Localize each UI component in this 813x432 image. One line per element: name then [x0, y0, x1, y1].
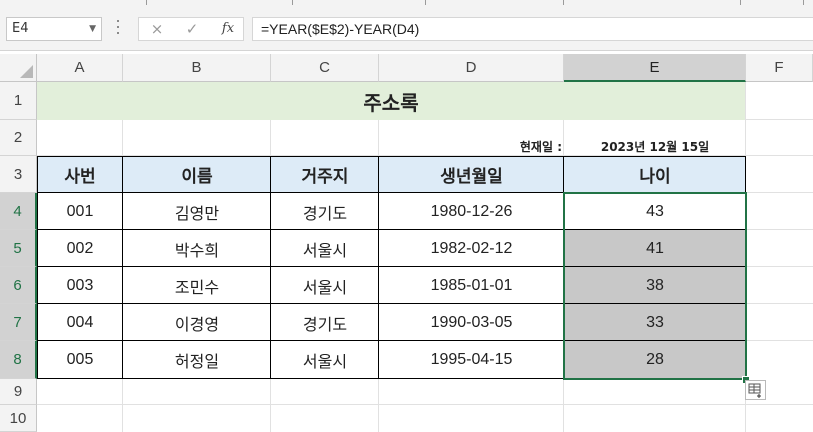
cell-c7[interactable]: 경기도: [271, 304, 379, 341]
cell-a5[interactable]: 002: [37, 230, 123, 267]
name-box-value: E4: [12, 21, 29, 36]
cell-d7[interactable]: 1990-03-05: [379, 304, 564, 341]
header-cell-employee-id[interactable]: 사번: [37, 156, 123, 193]
cell-d5[interactable]: 1982-02-12: [379, 230, 564, 267]
header-cell-residence[interactable]: 거주지: [271, 156, 379, 193]
column-header-f[interactable]: F: [746, 54, 813, 82]
ribbon-edge: [0, 0, 813, 8]
cell-c5[interactable]: 서울시: [271, 230, 379, 267]
header-cell-name[interactable]: 이름: [123, 156, 271, 193]
cell-a4[interactable]: 001: [37, 193, 123, 230]
current-date-label[interactable]: 현재일 :: [379, 120, 564, 156]
column-header-b[interactable]: B: [123, 54, 271, 82]
cell-d4[interactable]: 1980-12-26: [379, 193, 564, 230]
formula-input[interactable]: =YEAR($E$2)-YEAR(D4): [252, 17, 813, 41]
column-header-d[interactable]: D: [379, 54, 564, 82]
cell-a6[interactable]: 003: [37, 267, 123, 304]
cell-c6[interactable]: 서울시: [271, 267, 379, 304]
column-header-e[interactable]: E: [564, 54, 746, 82]
cell-a8[interactable]: 005: [37, 341, 123, 379]
column-header-a[interactable]: A: [37, 54, 123, 82]
header-cell-birthdate[interactable]: 생년월일: [379, 156, 564, 193]
cell-b4[interactable]: 김영만: [123, 193, 271, 230]
formula-bar: E4 ▼ × ✓ fx =YEAR($E$2)-YEAR(D4): [0, 8, 813, 51]
row-header-7[interactable]: 7: [0, 304, 37, 341]
select-all-button[interactable]: [0, 54, 37, 82]
header-cell-age[interactable]: 나이: [564, 156, 746, 193]
name-box[interactable]: E4 ▼: [6, 17, 102, 41]
row-header-1[interactable]: 1: [0, 82, 37, 120]
enter-icon[interactable]: ✓: [178, 18, 206, 40]
row-header-3[interactable]: 3: [0, 156, 37, 193]
row-header-2[interactable]: 2: [0, 120, 37, 156]
cell-b6[interactable]: 조민수: [123, 267, 271, 304]
row-header-5[interactable]: 5: [0, 230, 37, 267]
drag-handle-icon[interactable]: [116, 20, 120, 38]
formula-buttons: × ✓ fx: [138, 17, 244, 41]
cell-b7[interactable]: 이경영: [123, 304, 271, 341]
row-header-9[interactable]: 9: [0, 379, 37, 405]
row-header-6[interactable]: 6: [0, 267, 37, 304]
cell-d6[interactable]: 1985-01-01: [379, 267, 564, 304]
cell-a7[interactable]: 004: [37, 304, 123, 341]
cell-c8[interactable]: 서울시: [271, 341, 379, 379]
sheet-title[interactable]: 주소록: [37, 82, 745, 120]
cell-b8[interactable]: 허정일: [123, 341, 271, 379]
cancel-icon[interactable]: ×: [143, 18, 171, 40]
cell-d8[interactable]: 1995-04-15: [379, 341, 564, 379]
row-header-8[interactable]: 8: [0, 341, 37, 379]
row-header-10[interactable]: 10: [0, 405, 37, 432]
row-header-4[interactable]: 4: [0, 193, 37, 230]
insert-function-icon[interactable]: fx: [214, 18, 242, 40]
column-header-c[interactable]: C: [271, 54, 379, 82]
current-date-value[interactable]: 2023년 12월 15일: [564, 120, 746, 156]
cell-b5[interactable]: 박수희: [123, 230, 271, 267]
quick-analysis-icon[interactable]: [745, 380, 766, 400]
chevron-down-icon[interactable]: ▼: [89, 18, 96, 40]
cell-c4[interactable]: 경기도: [271, 193, 379, 230]
selection-range: [563, 192, 747, 380]
